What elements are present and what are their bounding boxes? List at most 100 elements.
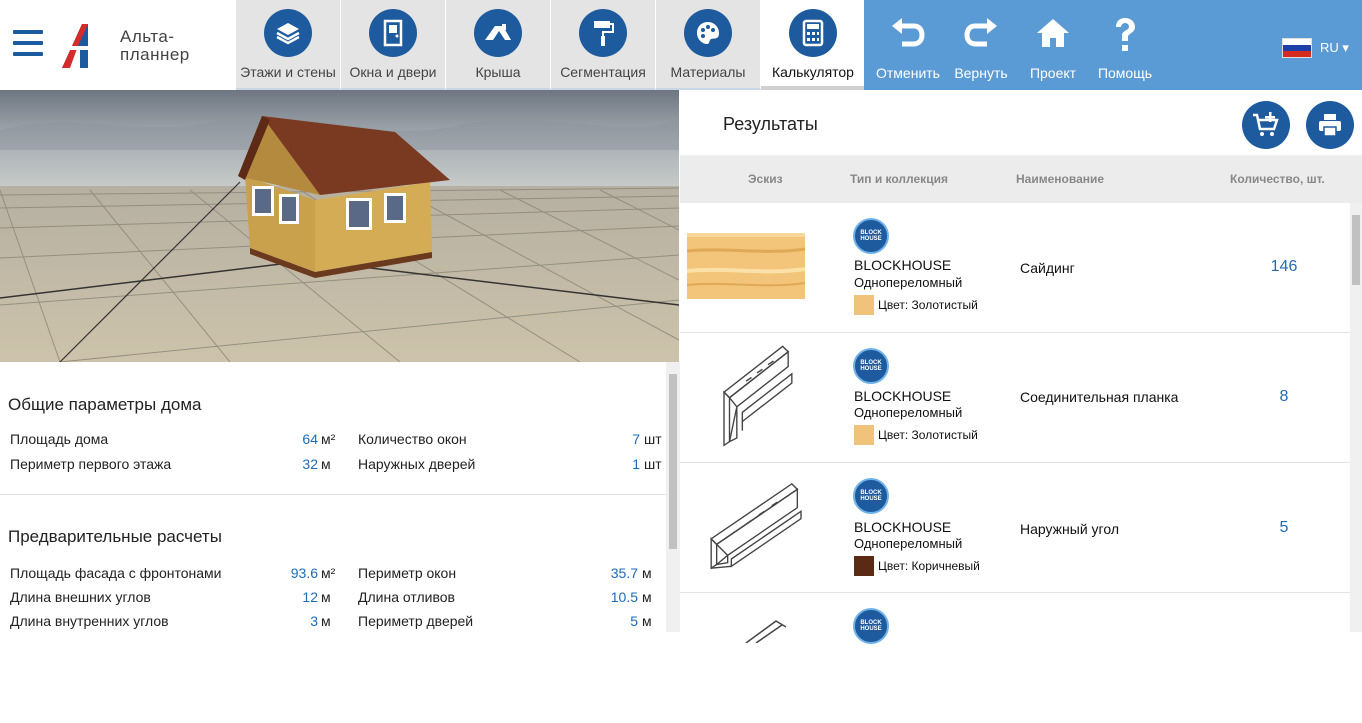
tab-label: Окна и двери <box>349 64 437 80</box>
item-color: Цвет: Коричневый <box>878 559 980 573</box>
result-row[interactable]: BLOCK HOUSE BLOCKHOUSE Одноперeломный Цве… <box>680 333 1350 463</box>
item-name: Соединительная планка <box>1020 389 1179 405</box>
badge-line2: HOUSE <box>860 496 882 502</box>
undo-icon <box>892 18 925 47</box>
add-to-cart-button[interactable] <box>1242 101 1290 149</box>
calculator-icon <box>802 19 824 47</box>
column-header: Эскиз <box>748 172 783 186</box>
item-quantity[interactable]: 5 <box>1240 519 1328 537</box>
parameters-panel: Общие параметры дома Площадь дома 64 м² … <box>0 362 666 632</box>
tab-calculator[interactable]: Калькулятор <box>761 0 866 90</box>
item-quantity[interactable]: 146 <box>1240 258 1328 276</box>
param-label: Длина отливов <box>358 589 455 605</box>
print-button[interactable] <box>1306 101 1354 149</box>
param-label: Площадь дома <box>10 431 109 447</box>
language-code: RU ▾ <box>1320 40 1349 55</box>
item-brand: BLOCKHOUSE <box>854 257 952 273</box>
param-label: Периметр дверей <box>358 613 474 629</box>
item-quantity[interactable]: 8 <box>1240 388 1328 406</box>
results-title: Результаты <box>723 114 818 134</box>
profile-sketch <box>745 620 787 643</box>
result-row[interactable]: BLOCK HOUSE BLOCKHOUSE Одноперeломный Цве… <box>680 463 1350 593</box>
param-label: Площадь фасада с фронтонами <box>10 565 222 581</box>
undo-button[interactable]: Отменить <box>870 0 946 90</box>
param-value: 7 <box>632 431 640 447</box>
results-table-header: Эскиз Тип и коллекция Наименование Колич… <box>680 155 1362 203</box>
action-bar: Отменить Вернуть Проект Помощь RU ▾ <box>864 0 1362 90</box>
param-value: 93.6 <box>290 565 318 581</box>
project-button[interactable]: Проект <box>1018 0 1088 90</box>
param-unit: шт <box>644 456 662 472</box>
logo-line1: Альта- <box>120 27 175 46</box>
param-value: 5 <box>630 613 638 629</box>
item-name: Сайдинг <box>1020 260 1075 276</box>
tab-roof[interactable]: Крыша <box>446 0 551 90</box>
param-unit: м <box>321 589 331 605</box>
param-value: 64 <box>302 431 318 447</box>
color-swatch <box>854 556 874 576</box>
item-collection: Одноперeломный <box>854 275 963 290</box>
mode-tabs: Этажи и стены Окна и двери Крыша Сегмент… <box>236 0 866 90</box>
tab-segmentation[interactable]: Сегментация <box>551 0 656 90</box>
results-panel: Результаты Эскиз Тип и коллекция Наимено… <box>680 90 1362 644</box>
result-row[interactable]: BLOCK HOUSE <box>680 593 1350 723</box>
left-scrollbar[interactable] <box>666 362 680 632</box>
item-collection: Одноперeломный <box>854 536 963 551</box>
menu-icon[interactable] <box>13 30 43 58</box>
3d-viewport[interactable] <box>0 90 679 362</box>
language-selector[interactable]: RU ▾ <box>1282 38 1349 58</box>
tab-materials[interactable]: Материалы <box>656 0 761 90</box>
param-label: Наружных дверей <box>358 456 476 472</box>
tab-label: Материалы <box>670 64 746 80</box>
house-3d-render <box>0 90 679 362</box>
column-header: Количество, шт. <box>1230 172 1325 186</box>
help-button[interactable]: Помощь <box>1088 0 1162 90</box>
param-unit: м <box>642 589 652 605</box>
param-label: Длина внешних углов <box>10 589 151 605</box>
help-label: Помощь <box>1097 65 1153 81</box>
column-header: Наименование <box>1016 172 1105 186</box>
param-unit: м <box>321 613 331 629</box>
param-label: Периметр окон <box>358 565 457 581</box>
blockhouse-logo: BLOCK HOUSE <box>853 348 889 384</box>
param-value: 3 <box>310 613 318 629</box>
roof-icon <box>485 24 511 40</box>
param-unit: шт <box>644 431 662 447</box>
tab-label: Сегментация <box>560 64 646 80</box>
results-scrollbar[interactable] <box>1350 203 1362 632</box>
redo-button[interactable]: Вернуть <box>944 0 1018 90</box>
param-unit: м <box>321 456 331 472</box>
outer-corner-sketch <box>710 482 802 570</box>
param-value: 12 <box>302 589 318 605</box>
redo-label: Вернуть <box>954 65 1008 81</box>
column-header: Тип и коллекция <box>850 172 948 186</box>
param-value: 1 <box>632 456 640 472</box>
item-color: Цвет: Золотистый <box>878 428 978 442</box>
help-icon <box>1116 18 1135 51</box>
tab-floors-walls[interactable]: Этажи и стены <box>236 0 341 90</box>
badge-line2: HOUSE <box>860 366 882 372</box>
cart-plus-icon <box>1253 112 1279 136</box>
tab-windows-doors[interactable]: Окна и двери <box>341 0 446 90</box>
item-color: Цвет: Золотистый <box>878 298 978 312</box>
blockhouse-logo: BLOCK HOUSE <box>853 218 889 254</box>
logo-mark-icon <box>58 24 94 68</box>
layers-icon <box>276 23 300 45</box>
blockhouse-logo: BLOCK HOUSE <box>853 478 889 514</box>
top-bar: Альта- планнер Этажи и стены Окна и двер… <box>0 0 1362 90</box>
tab-label: Крыша <box>475 64 521 80</box>
badge-line2: HOUSE <box>860 626 882 632</box>
project-label: Проект <box>1029 65 1077 81</box>
param-label: Количество окон <box>358 431 467 447</box>
param-unit: м <box>642 565 652 581</box>
printer-icon <box>1319 114 1341 137</box>
param-value: 32 <box>302 456 318 472</box>
joining-strip-sketch <box>722 345 793 447</box>
color-swatch <box>854 295 874 315</box>
logo-line2: планнер <box>120 45 190 64</box>
palette-icon <box>697 22 719 44</box>
param-label: Периметр первого этажа <box>10 456 172 472</box>
result-row[interactable]: BLOCK HOUSE BLOCKHOUSE Одноперeломный Цве… <box>680 203 1350 333</box>
blockhouse-logo: BLOCK HOUSE <box>853 608 889 644</box>
home-icon <box>1037 19 1069 47</box>
